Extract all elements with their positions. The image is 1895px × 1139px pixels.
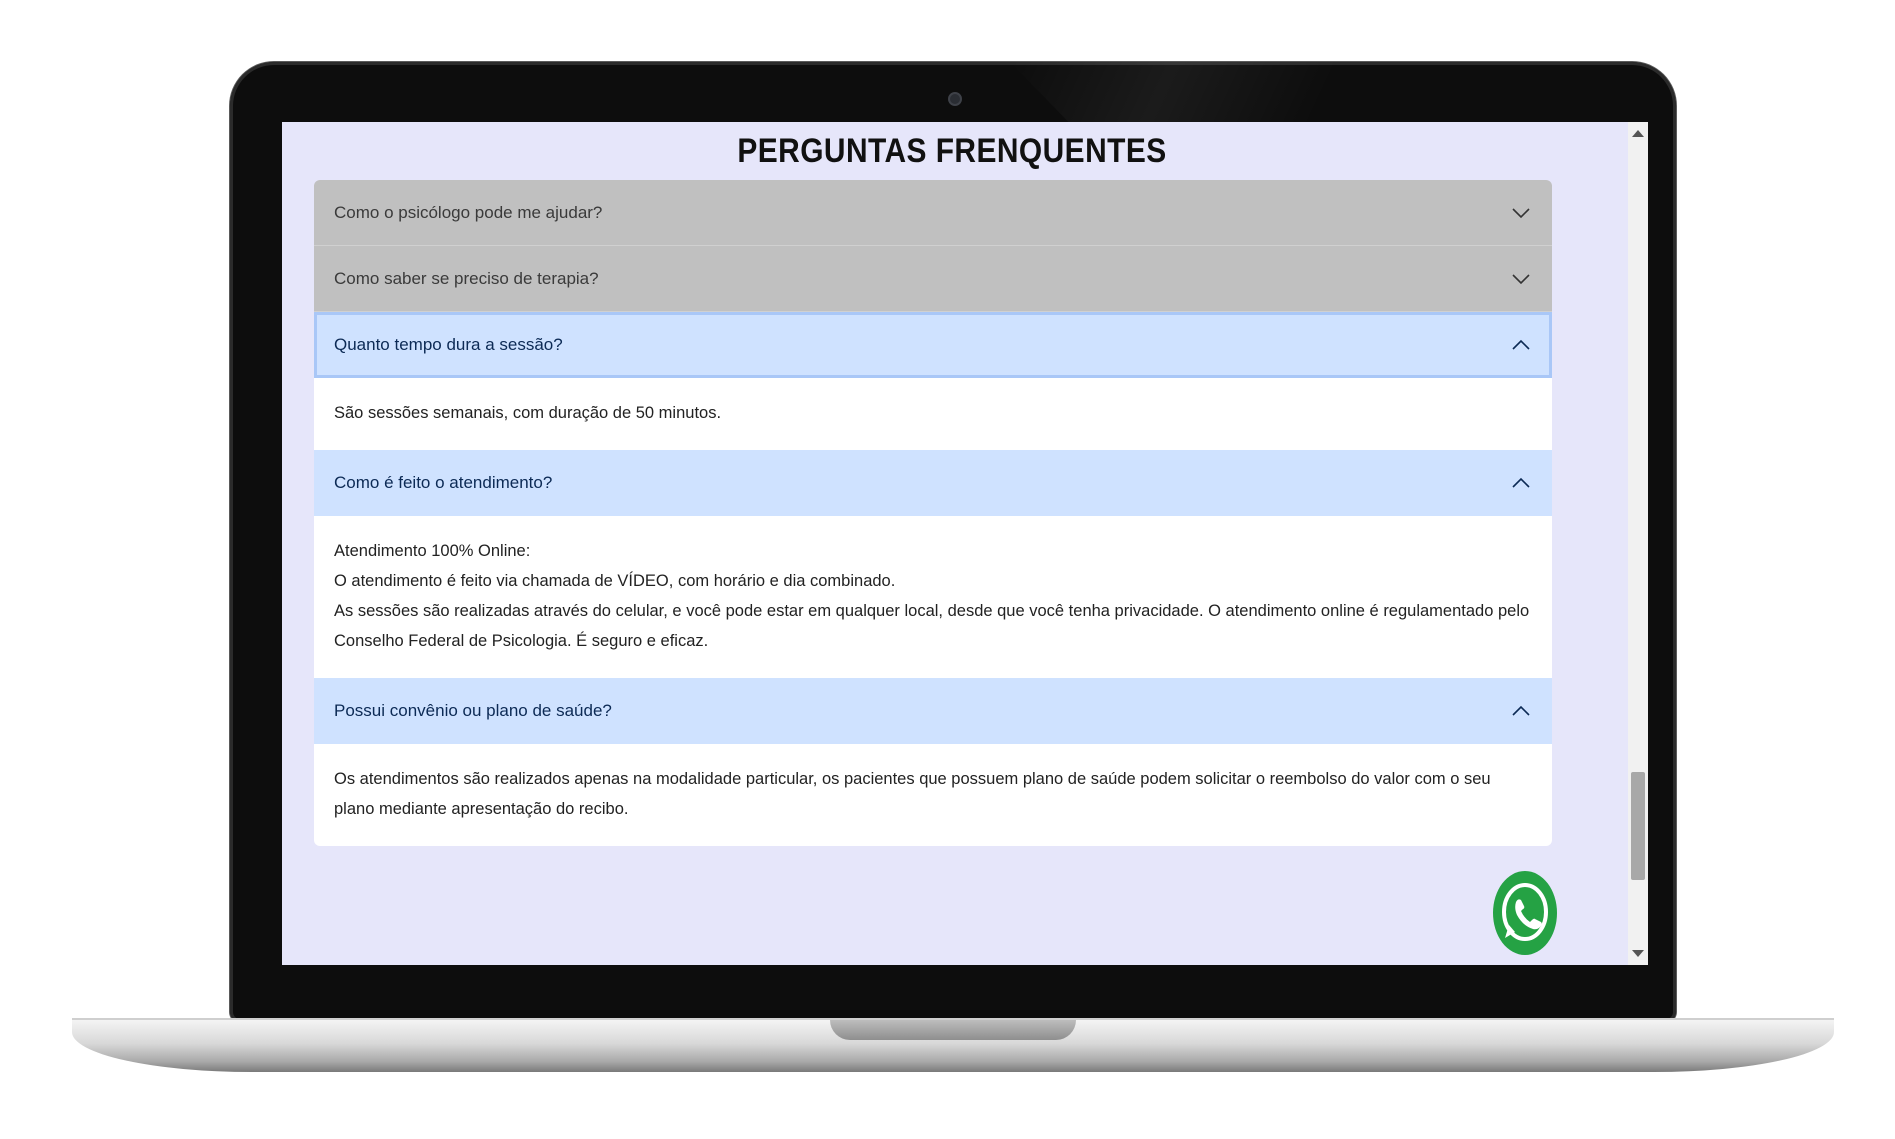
laptop-notch	[830, 1020, 1076, 1040]
scroll-up-arrow-icon[interactable]	[1632, 130, 1644, 137]
faq-answer-text: As sessões são realizadas através do cel…	[334, 602, 1530, 650]
faq-question-label: Como saber se preciso de terapia?	[334, 268, 599, 288]
faq-question-5[interactable]: Possui convênio ou plano de saúde?	[314, 678, 1552, 744]
browser-viewport: PERGUNTAS FRENQUENTES Como o psicólogo p…	[282, 122, 1648, 965]
chevron-up-icon	[1510, 334, 1532, 356]
webcam	[948, 92, 962, 106]
lid-glare	[1010, 62, 1530, 126]
faq-answer-3: São sessões semanais, com duração de 50 …	[314, 378, 1552, 450]
faq-answer-4: Atendimento 100% Online: O atendimento é…	[314, 516, 1552, 678]
faq-accordion: Como o psicólogo pode me ajudar? Como sa…	[314, 180, 1552, 846]
whatsapp-button[interactable]	[1492, 870, 1558, 956]
faq-answer-text: Os atendimentos são realizados apenas na…	[334, 770, 1491, 818]
vertical-scrollbar[interactable]	[1628, 122, 1648, 965]
faq-question-4[interactable]: Como é feito o atendimento?	[314, 450, 1552, 516]
scroll-down-arrow-icon[interactable]	[1632, 950, 1644, 957]
whatsapp-icon	[1493, 871, 1557, 955]
faq-question-label: Como o psicólogo pode me ajudar?	[334, 202, 603, 222]
chevron-down-icon	[1510, 268, 1532, 290]
page-title: PERGUNTAS FRENQUENTES	[737, 132, 1167, 170]
faq-question-label: Possui convênio ou plano de saúde?	[334, 701, 612, 720]
faq-question-label: Como é feito o atendimento?	[334, 473, 553, 492]
faq-question-2[interactable]: Como saber se preciso de terapia?	[314, 246, 1552, 312]
chevron-up-icon	[1510, 472, 1532, 494]
scroll-thumb[interactable]	[1631, 772, 1645, 880]
faq-question-label: Quanto tempo dura a sessão?	[334, 335, 563, 354]
chevron-up-icon	[1510, 700, 1532, 722]
faq-answer-text: Atendimento 100% Online:	[334, 542, 531, 560]
faq-question-1[interactable]: Como o psicólogo pode me ajudar?	[314, 180, 1552, 246]
faq-answer-text: São sessões semanais, com duração de 50 …	[334, 404, 722, 422]
faq-question-3[interactable]: Quanto tempo dura a sessão?	[314, 312, 1552, 378]
chevron-down-icon	[1510, 202, 1532, 224]
faq-answer-5: Os atendimentos são realizados apenas na…	[314, 744, 1552, 846]
faq-answer-text: O atendimento é feito via chamada de VÍD…	[334, 572, 896, 590]
